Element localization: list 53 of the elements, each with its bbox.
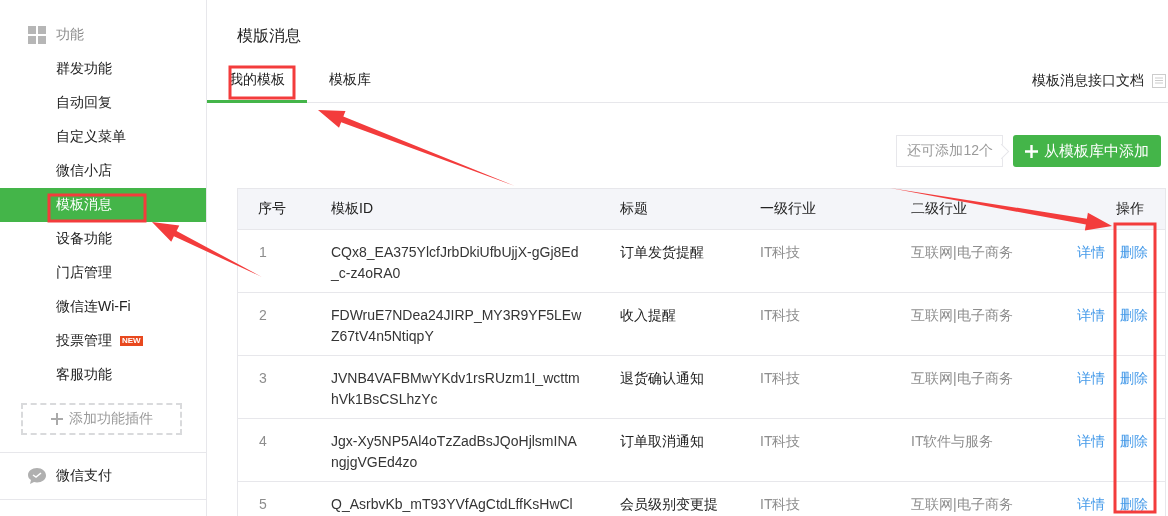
- sidebar-item[interactable]: 客服功能: [0, 358, 206, 392]
- table-cell-text: 订单取消通知: [619, 432, 705, 451]
- table-cell-text: IT软件与服务: [910, 432, 995, 451]
- table-cell-text: IT科技: [759, 432, 802, 451]
- doc-link[interactable]: 模板消息接口文档: [1032, 72, 1144, 90]
- tab[interactable]: 模板库: [307, 60, 393, 103]
- section-label: 功能: [56, 26, 84, 44]
- grid-icon: [28, 26, 46, 44]
- table-cell-text: 收入提醒: [619, 306, 677, 325]
- page-title: 模版消息: [236, 26, 302, 46]
- new-badge: NEW: [120, 336, 143, 346]
- sidebar-item[interactable]: 微信连Wi-Fi: [0, 290, 206, 324]
- table-cell-text: 5: [258, 495, 268, 514]
- annotation-box: [228, 65, 296, 100]
- table-cell-text: 互联网|电子商务: [910, 369, 1014, 388]
- table-cell-text: CQx8_EA375YlcfJrbDkiUfbUjjX-gGj8Ed_c-z4oRA0: [329, 243, 580, 283]
- column-header: 标题: [619, 200, 649, 218]
- sidebar-item[interactable]: 自定义菜单: [0, 120, 206, 154]
- table-cell-text: 退货确认通知: [619, 369, 705, 388]
- sidebar-item[interactable]: 自动回复: [0, 86, 206, 120]
- table-cell-text: Jgx-Xy5NP5Al4oTzZadBsJQoHjlsmINAngjgVGEd4zo: [330, 432, 578, 472]
- table-cell-text: 4: [258, 432, 268, 451]
- sidebar-item[interactable]: 群发功能: [0, 52, 206, 86]
- document-icon: [1152, 74, 1166, 88]
- column-header: 操作: [1115, 200, 1145, 218]
- sidebar-item[interactable]: 投票管理 NEW: [0, 324, 206, 358]
- table-cell-text: Q_AsrbvKb_mT93YVfAgCtdLffKsHwCl: [330, 495, 574, 514]
- table-cell-text: IT科技: [759, 306, 802, 325]
- plus-icon: [50, 413, 63, 425]
- quota-tooltip: 还可添加12个: [896, 135, 1010, 167]
- table-cell-text: 互联网|电子商务: [910, 495, 1014, 514]
- sidebar-item[interactable]: 微信小店: [0, 154, 206, 188]
- table-cell-text: 2: [258, 306, 268, 325]
- table-cell-text: 互联网|电子商务: [910, 243, 1014, 262]
- column-header: 模板ID: [330, 200, 374, 218]
- table-cell-text: JVNB4VAFBMwYKdv1rsRUzm1I_wcttmhVk1BsCSLhzYc: [330, 369, 581, 409]
- table-cell-text: FDWruE7NDea24JIRP_MY3R9YF5LEwZ67tV4n5NtiqpY: [330, 306, 583, 346]
- table-cell-text: 1: [258, 243, 268, 262]
- table-cell-text: 互联网|电子商务: [910, 306, 1014, 325]
- plus-icon: [1025, 144, 1038, 158]
- table-cell-text: IT科技: [759, 369, 802, 388]
- table-cell-text: 会员级别变更提: [619, 495, 719, 514]
- chat-bubble-icon: [28, 468, 46, 484]
- table-cell-text: 订单发货提醒: [619, 243, 705, 262]
- sidebar-item[interactable]: 设备功能: [0, 222, 206, 256]
- sidebar-item[interactable]: 微信支付: [0, 453, 206, 500]
- column-header: 序号: [257, 200, 287, 218]
- column-header: 一级行业: [759, 200, 817, 218]
- sidebar-item[interactable]: 门店管理: [0, 256, 206, 290]
- column-header: 二级行业: [910, 200, 968, 218]
- table-cell-text: IT科技: [759, 495, 802, 514]
- table-cell-text: 3: [258, 369, 268, 388]
- table-cell-text: IT科技: [759, 243, 802, 262]
